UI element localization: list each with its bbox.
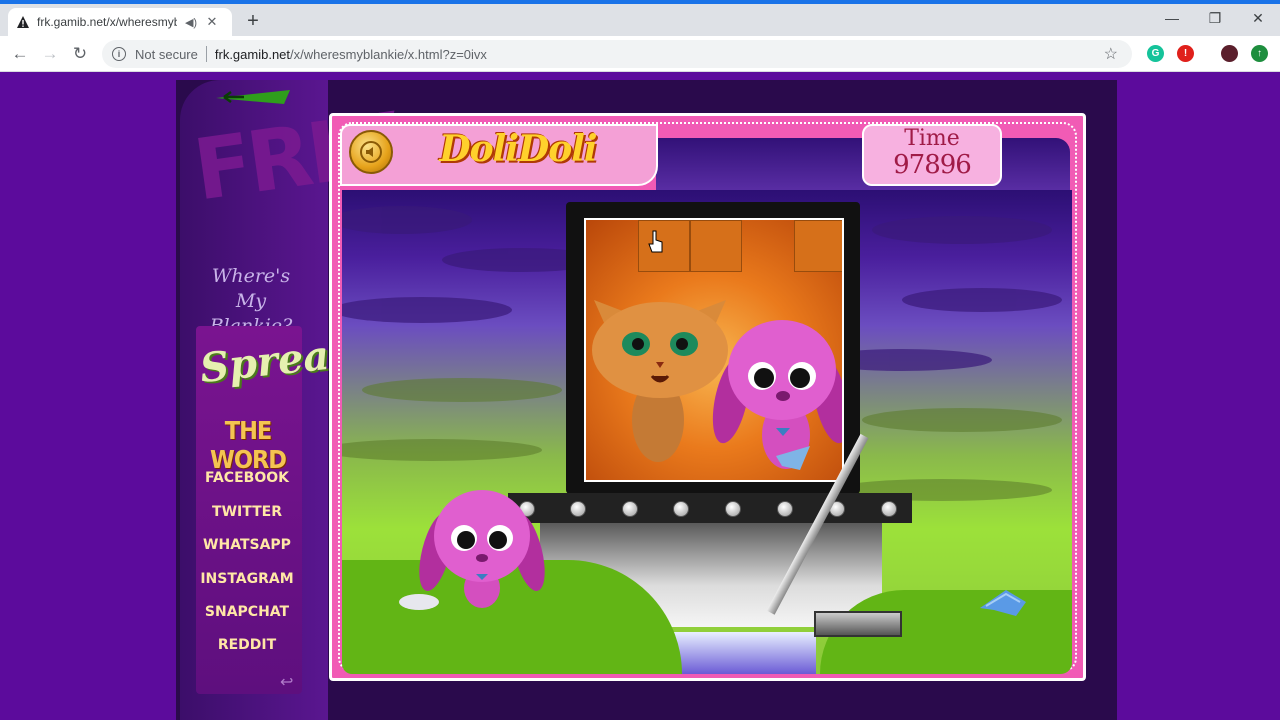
back-arrow-icon[interactable]: ← — [9, 43, 31, 65]
update-extension-icon[interactable]: ↑ — [1251, 45, 1268, 62]
screw-icon — [725, 501, 741, 517]
reload-icon[interactable]: ↻ — [69, 43, 91, 65]
close-icon[interactable]: ✕ — [1248, 10, 1268, 27]
instagram-link[interactable]: INSTAGRAM — [196, 571, 298, 587]
pink-puppy-character[interactable] — [418, 480, 546, 610]
new-tab-button[interactable]: + — [243, 11, 263, 31]
chute-light — [668, 632, 816, 674]
screw-icon — [570, 501, 586, 517]
speaker-icon[interactable]: ◀) — [184, 16, 198, 29]
game-name-line1: Where's — [211, 265, 291, 287]
sound-toggle-button[interactable] — [349, 130, 393, 174]
tab-bar: frk.gamib.net/x/wheresmybla ◀) ✕ + — ❐ ✕ — [0, 4, 1280, 36]
forward-arrow-icon[interactable]: → — [39, 43, 61, 65]
snapchat-link[interactable]: SNAPCHAT — [196, 604, 298, 620]
divider — [205, 46, 207, 62]
screw-icon — [881, 501, 897, 517]
tab-title: frk.gamib.net/x/wheresmybla — [37, 15, 177, 29]
screw-icon — [622, 501, 638, 517]
warning-icon — [16, 15, 30, 29]
screw-icon — [673, 501, 689, 517]
adblock-extension-icon[interactable]: ! — [1177, 45, 1194, 62]
spread-subtitle: THE WORD — [210, 416, 287, 474]
return-icon[interactable]: ↩ — [280, 672, 293, 692]
dolidoli-logo[interactable]: DoliDoli — [418, 128, 618, 170]
time-label: Time — [904, 126, 960, 151]
grammarly-extension-icon[interactable]: G — [1147, 45, 1164, 62]
browser-toolbar: ← → ↻ i Not secure frk.gamib.net /x/wher… — [0, 36, 1280, 72]
browser-tab[interactable]: frk.gamib.net/x/wheresmybla ◀) ✕ — [8, 8, 232, 36]
bookmark-star-icon[interactable]: ☆ — [1104, 44, 1118, 64]
tab-close-icon[interactable]: ✕ — [205, 14, 219, 30]
profile-avatar[interactable] — [1221, 45, 1238, 62]
url-host[interactable]: frk.gamib.net — [215, 47, 290, 62]
back-arrow-icon[interactable] — [214, 88, 290, 106]
speaker-icon — [360, 141, 382, 163]
machine-rail — [508, 493, 912, 523]
info-icon[interactable]: i — [112, 47, 126, 61]
time-counter: 97896 — [893, 150, 972, 180]
restore-icon[interactable]: ❐ — [1205, 10, 1225, 27]
whatsapp-link[interactable]: WHATSAPP — [196, 537, 298, 553]
url-path[interactable]: /x/wheresmyblankie/x.html?z=0ivx — [290, 47, 487, 62]
twitter-link[interactable]: TWITTER — [196, 504, 298, 520]
minimize-icon[interactable]: — — [1162, 10, 1182, 26]
lever-base[interactable] — [814, 611, 902, 637]
security-label[interactable]: Not secure — [135, 47, 198, 62]
puzzle-board[interactable] — [584, 218, 844, 482]
cat-and-dog-image — [592, 300, 842, 470]
screw-icon — [777, 501, 793, 517]
blankie-icon[interactable] — [976, 586, 1030, 620]
facebook-link[interactable]: FACEBOOK — [196, 470, 298, 486]
address-bar[interactable]: i Not secure frk.gamib.net /x/wheresmybl… — [102, 40, 1132, 68]
reddit-link[interactable]: REDDIT — [196, 637, 298, 653]
